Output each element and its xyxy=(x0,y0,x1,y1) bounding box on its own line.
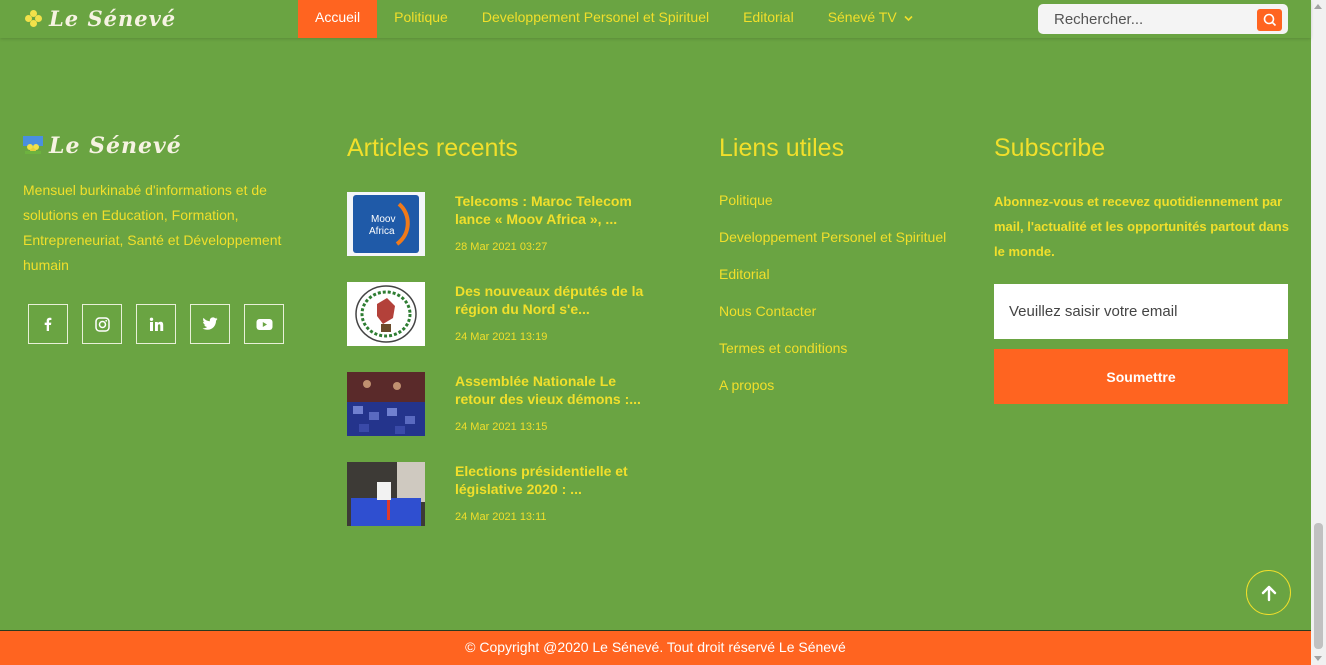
svg-text:Africa: Africa xyxy=(369,226,395,237)
scroll-down-arrow-icon[interactable] xyxy=(1314,656,1322,661)
link-nous-contacter[interactable]: Nous Contacter xyxy=(719,303,816,319)
articles-title: Articles recents xyxy=(347,134,518,162)
nav-item-seneve-tv-label: Sénevé TV xyxy=(827,9,897,25)
search-icon xyxy=(1263,13,1276,27)
link-termes[interactable]: Termes et conditions xyxy=(719,340,847,356)
facebook-icon xyxy=(44,317,52,331)
article-title[interactable]: Assemblée Nationale Le retour des vieux … xyxy=(455,372,645,408)
brand-description: Mensuel burkinabé d'informations et de s… xyxy=(23,182,282,273)
back-to-top-button[interactable] xyxy=(1246,570,1291,615)
moov-africa-thumbnail[interactable]: Moov Africa xyxy=(347,192,425,256)
links-title: Liens utiles xyxy=(719,134,845,162)
submit-button[interactable]: Soumettre xyxy=(994,349,1288,404)
assembly-emblem-thumbnail[interactable] xyxy=(347,282,425,346)
search-button[interactable] xyxy=(1257,9,1282,31)
twitter-icon xyxy=(202,317,218,330)
site-logo[interactable]: Le Sénevé xyxy=(25,6,176,31)
main-nav: Accueil Politique Developpement Personel… xyxy=(298,0,930,38)
page-scrollbar[interactable] xyxy=(1311,0,1326,665)
instagram-link[interactable] xyxy=(82,304,122,344)
subscribe-title: Subscribe xyxy=(994,134,1106,162)
subscribe-description: Abonnez-vous et recevez quotidiennement … xyxy=(994,194,1289,259)
nav-item-accueil[interactable]: Accueil xyxy=(298,0,378,38)
copyright-text: © Copyright @2020 Le Sénevé. Tout droit … xyxy=(465,639,846,655)
instagram-icon xyxy=(94,316,110,332)
link-developpement[interactable]: Developpement Personel et Spirituel xyxy=(719,229,946,245)
social-links xyxy=(28,304,284,344)
top-navbar: Le Sénevé Accueil Politique Developpemen… xyxy=(0,0,1311,38)
article-item[interactable]: Assemblée Nationale Le retour des vieux … xyxy=(347,372,647,436)
article-date: 24 Mar 2021 13:19 xyxy=(455,331,548,343)
link-editorial[interactable]: Editorial xyxy=(719,266,770,282)
nav-item-politique[interactable]: Politique xyxy=(377,0,465,38)
assembly-hall-thumbnail[interactable] xyxy=(347,372,425,436)
search-box xyxy=(1038,4,1288,34)
copyright-bar: © Copyright @2020 Le Sénevé. Tout droit … xyxy=(0,630,1311,665)
nav-item-developpement[interactable]: Developpement Personel et Spirituel xyxy=(465,0,726,38)
link-politique[interactable]: Politique xyxy=(719,192,773,208)
twitter-link[interactable] xyxy=(190,304,230,344)
article-item[interactable]: Moov Africa Telecoms : Maroc Telecom lan… xyxy=(347,192,647,256)
logo-image xyxy=(23,136,43,156)
clover-icon xyxy=(25,9,43,28)
arrow-up-icon xyxy=(1261,585,1276,601)
footer-logo[interactable]: Le Sénevé xyxy=(23,133,182,159)
article-date: 24 Mar 2021 13:15 xyxy=(455,421,548,433)
article-item[interactable]: Des nouveaux députés de la région du Nor… xyxy=(347,282,647,346)
facebook-link[interactable] xyxy=(28,304,68,344)
chevron-down-icon xyxy=(904,14,913,25)
ballot-box-thumbnail[interactable] xyxy=(347,462,425,526)
scrollbar-thumb[interactable] xyxy=(1314,523,1323,649)
youtube-link[interactable] xyxy=(244,304,284,344)
scroll-up-arrow-icon[interactable] xyxy=(1314,4,1322,9)
article-title[interactable]: Elections présidentielle et législative … xyxy=(455,462,645,498)
article-item[interactable]: Elections présidentielle et législative … xyxy=(347,462,647,526)
logo-text: Le Sénevé xyxy=(49,6,177,31)
article-title[interactable]: Telecoms : Maroc Telecom lance « Moov Af… xyxy=(455,192,645,228)
article-date: 28 Mar 2021 03:27 xyxy=(455,241,548,253)
footer-logo-text: Le Sénevé xyxy=(49,133,182,159)
article-title[interactable]: Des nouveaux députés de la région du Nor… xyxy=(455,282,645,318)
nav-item-seneve-tv[interactable]: Sénevé TV xyxy=(811,0,930,38)
svg-text:Moov: Moov xyxy=(371,214,395,225)
nav-item-editorial[interactable]: Editorial xyxy=(726,0,811,38)
link-a-propos[interactable]: A propos xyxy=(719,377,774,393)
linkedin-link[interactable] xyxy=(136,304,176,344)
search-input[interactable] xyxy=(1038,4,1248,34)
linkedin-icon xyxy=(149,317,163,331)
article-date: 24 Mar 2021 13:11 xyxy=(455,511,547,523)
youtube-icon xyxy=(256,318,272,330)
email-field[interactable] xyxy=(994,284,1288,339)
